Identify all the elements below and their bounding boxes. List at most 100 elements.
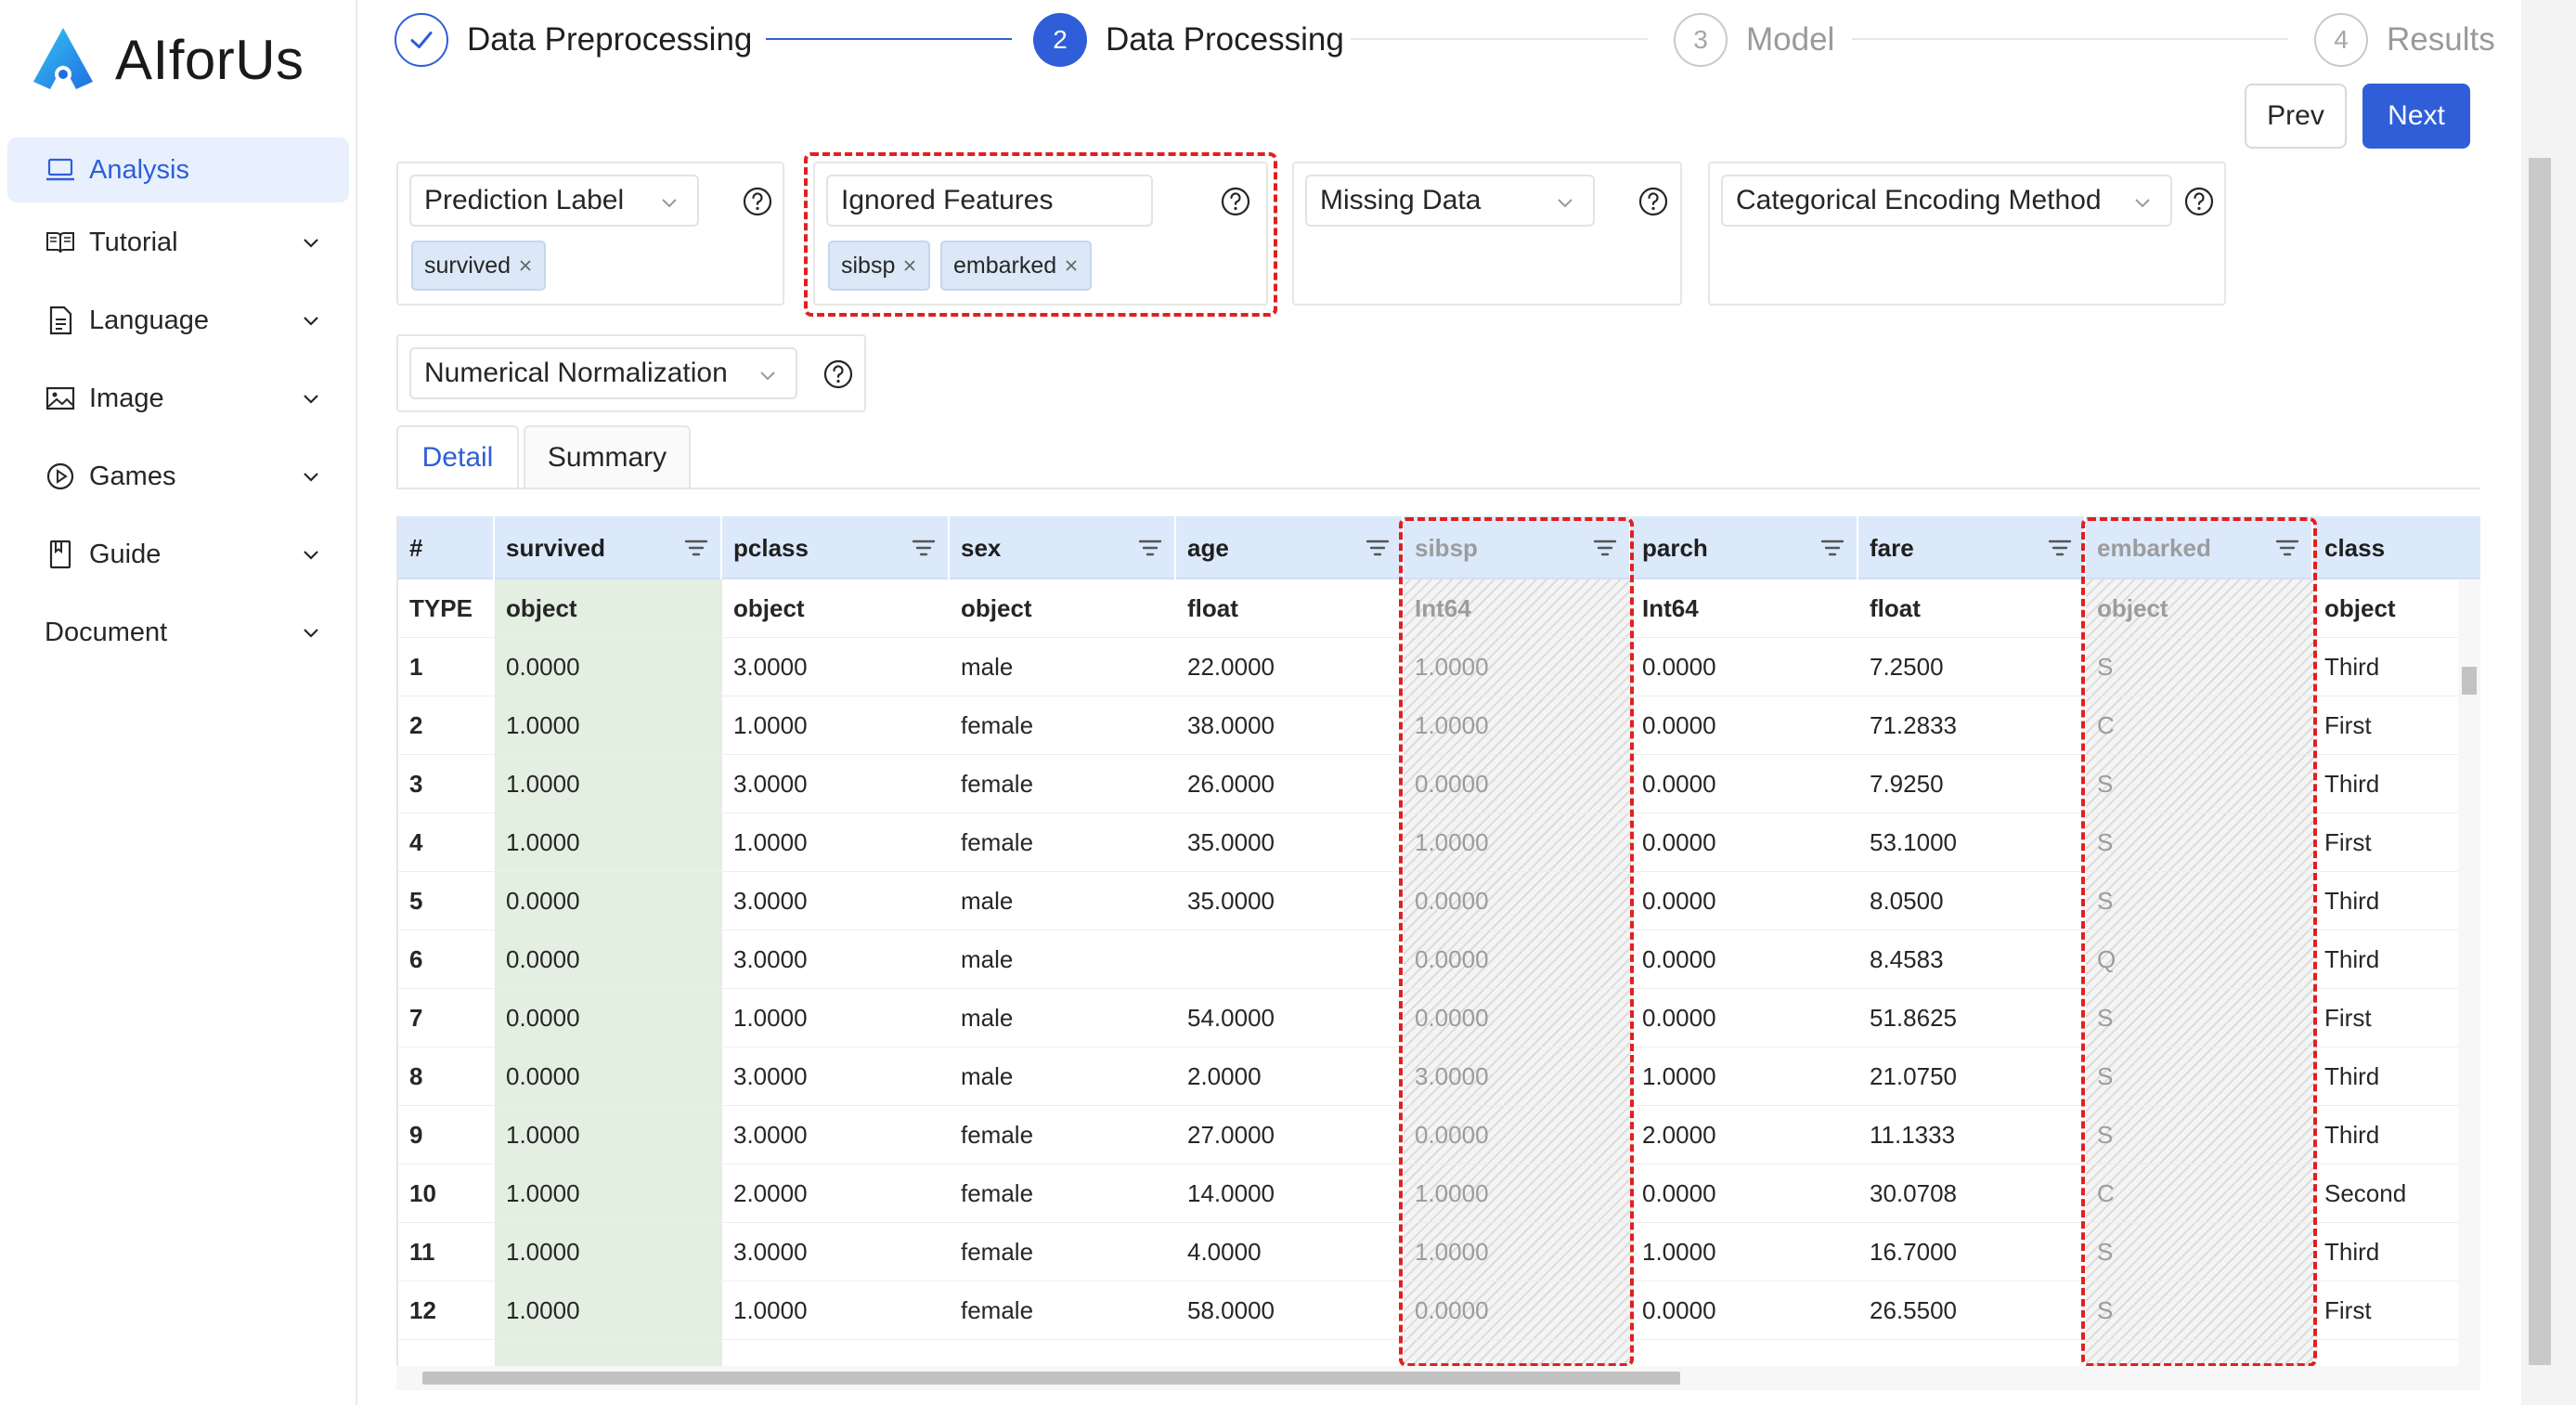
tab-detail[interactable]: Detail [396,425,519,488]
table-cell: 0.0000 [1415,887,1489,915]
select-label: Categorical Encoding Method [1736,185,2102,215]
sidebar-item-tutorial[interactable]: Tutorial [7,210,349,275]
help-icon[interactable] [822,358,854,390]
table-cell: First [2324,1296,2372,1324]
filter-icon[interactable] [1592,537,1618,559]
filter-icon[interactable] [1819,537,1845,559]
type-cell: object [733,594,805,622]
sidebar-item-language[interactable]: Language [7,288,349,353]
chevron-down-icon[interactable] [301,544,321,565]
filter-icon[interactable] [1365,537,1391,559]
sidebar-item-games[interactable]: Games [7,444,349,509]
row-index-cell: 7 [409,1004,423,1032]
column-header-pclass[interactable]: pclass [722,516,950,579]
table-cell: 1.0000 [506,1179,580,1207]
step-results[interactable]: 4 Results [2314,9,2495,71]
column-header-class[interactable]: class [2313,516,2480,579]
table-vertical-scroll-thumb[interactable] [2462,667,2477,695]
column-header-label: sibsp [1415,533,1478,562]
categorical-encoding-select[interactable]: Categorical Encoding Method [1721,175,2172,227]
table-cell: 2.0000 [1642,1121,1716,1149]
help-icon[interactable] [1220,186,1251,217]
step-data-processing[interactable]: 2 Data Processing [1033,9,1344,71]
help-icon[interactable] [1638,186,1669,217]
table-cell: 58.0000 [1187,1296,1275,1324]
prev-button[interactable]: Prev [2245,84,2347,149]
numerical-normalization-select[interactable]: Numerical Normalization [409,347,797,399]
next-button[interactable]: Next [2362,84,2470,149]
sidebar-item-document[interactable]: Document [7,600,349,665]
tag-sibsp[interactable]: sibsp [828,241,931,291]
table-cell: 3.0000 [733,653,808,681]
filter-icon[interactable] [2274,537,2300,559]
tab-summary[interactable]: Summary [524,425,691,488]
table-row: 2 1.0000 1.0000 female 38.0000 1.0000 0.0000 71… [398,696,2480,755]
app-logo[interactable]: AIforUs [28,22,304,97]
column-header-sibsp[interactable]: sibsp [1404,516,1631,579]
filter-icon[interactable] [2047,537,2073,559]
column-header-parch[interactable]: parch [1631,516,1858,579]
table-row: 9 1.0000 3.0000 female 27.0000 0.0000 2.0000 11… [398,1106,2480,1164]
close-icon[interactable] [518,258,533,273]
table-cell: female [961,828,1034,856]
column-header-sex[interactable]: sex [950,516,1176,579]
column-header-age[interactable]: age [1176,516,1404,579]
close-icon[interactable] [1064,258,1079,273]
sidebar-item-analysis[interactable]: Analysis [7,137,349,202]
prediction-label-select[interactable]: Prediction Label [409,175,699,227]
table-cell: 3.0000 [733,770,808,798]
missing-data-select[interactable]: Missing Data [1305,175,1595,227]
table-cell: 0.0000 [1642,945,1716,973]
table-cell: 22.0000 [1187,653,1275,681]
table-row: 4 1.0000 1.0000 female 35.0000 1.0000 0.0000 53… [398,813,2480,872]
numerical-normalization-card: Numerical Normalization [396,334,866,412]
table-cell: S [2097,1004,2114,1032]
chevron-down-icon[interactable] [301,232,321,253]
page-scroll-thumb[interactable] [2529,158,2551,1365]
aiforus-logo-icon [33,28,93,89]
sidebar-item-image[interactable]: Image [7,366,349,431]
chevron-down-icon[interactable] [301,310,321,331]
table-cell: 1.0000 [1415,1238,1489,1266]
column-header-fare[interactable]: fare [1858,516,2086,579]
table-cell: 1.0000 [1415,653,1489,681]
row-index-cell: 3 [409,770,423,798]
chevron-down-icon [662,199,677,208]
step-data-preprocessing[interactable]: Data Preprocessing [395,9,752,71]
sidebar-item-guide[interactable]: Guide [7,522,349,587]
chevron-down-icon[interactable] [301,466,321,487]
table-horizontal-scroll-thumb[interactable] [422,1372,1680,1385]
help-icon[interactable] [742,186,773,217]
table-header: # survived pclass sex age sibsp parch fare embar… [398,516,2480,579]
table-cell: male [961,1004,1014,1032]
tag-survived[interactable]: survived [411,241,547,291]
chevron-down-icon [760,371,775,381]
help-icon[interactable] [2183,186,2215,217]
row-index-cell: 12 [409,1296,436,1324]
table-vertical-scrollbar[interactable] [2458,580,2480,1366]
type-cell: object [506,594,577,622]
step-label: Data Preprocessing [467,21,753,58]
filter-icon[interactable] [1137,537,1163,559]
row-index-cell: 11 [409,1238,435,1266]
table-cell: male [961,1062,1014,1090]
chevron-down-icon[interactable] [301,622,321,643]
column-header-index[interactable]: # [398,516,495,579]
column-header-survived[interactable]: survived [495,516,722,579]
step-number: 2 [1033,13,1087,67]
chevron-down-icon[interactable] [301,388,321,409]
row-index-cell: 2 [409,711,423,739]
column-header-embarked[interactable]: embarked [2086,516,2313,579]
tag-embarked[interactable]: embarked [940,241,1093,291]
table-cell: female [961,1179,1034,1207]
table-cell: 3.0000 [1415,1062,1489,1090]
filter-icon[interactable] [683,537,709,559]
filter-icon[interactable] [911,537,937,559]
close-icon[interactable] [902,258,917,273]
column-header-label: pclass [733,533,809,562]
step-label: Model [1746,21,1835,58]
ignored-features-select[interactable]: Ignored Features [826,175,1153,227]
step-model[interactable]: 3 Model [1674,9,1834,71]
table-cell: 3.0000 [733,1062,808,1090]
table-row: 6 0.0000 3.0000 male 0.0000 0.0000 8.4583 Q Thir… [398,930,2480,989]
